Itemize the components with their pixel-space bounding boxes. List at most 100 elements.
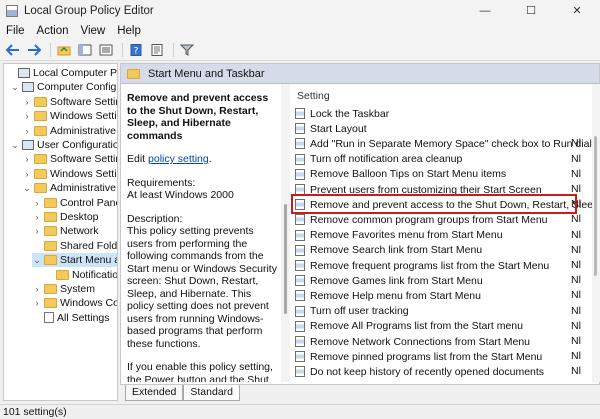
chevron-right-icon[interactable]: ›	[32, 284, 42, 294]
setting-row[interactable]: Remove All Programs list from the Start …	[295, 319, 575, 334]
forward-arrow-icon[interactable]	[25, 41, 43, 59]
menu-view[interactable]: View	[75, 25, 112, 37]
setting-row[interactable]: Lock the Taskbar	[295, 106, 575, 121]
setting-row[interactable]: Remove common program groups from Start …	[295, 212, 575, 227]
chevron-right-icon[interactable]: ›	[22, 126, 32, 136]
pane-header: Start Menu and Taskbar	[121, 64, 599, 84]
policy-setting-link[interactable]: policy setting	[148, 153, 209, 165]
chevron-down-icon[interactable]: ⌄	[22, 183, 32, 194]
scrollbar-thumb[interactable]	[594, 136, 597, 276]
back-arrow-icon[interactable]	[4, 41, 22, 59]
folder-icon	[44, 197, 57, 208]
folder-icon	[44, 298, 57, 309]
tree-item[interactable]: › System	[32, 282, 96, 296]
setting-label: Turn off notification area cleanup	[310, 153, 463, 166]
chevron-right-icon[interactable]: ›	[32, 226, 42, 236]
menu-bar: File Action View Help	[0, 21, 600, 40]
tree-item[interactable]: › Windows Settings	[22, 167, 118, 181]
tree-item[interactable]: › Administrative Templates	[22, 124, 118, 138]
setting-row[interactable]: Prevent users from customizing their Sta…	[295, 182, 575, 197]
setting-row[interactable]: Turn off notification area cleanup	[295, 152, 575, 167]
setting-row[interactable]: Turn off user tracking	[295, 304, 575, 319]
tree-item[interactable]: All Settings	[32, 311, 110, 325]
close-button[interactable]: ✕	[554, 0, 600, 21]
up-folder-icon[interactable]	[55, 41, 73, 59]
tree-item[interactable]: Shared Folders	[32, 239, 118, 253]
filter-icon[interactable]	[178, 41, 196, 59]
tab-standard[interactable]: Standard	[183, 385, 240, 401]
setting-row[interactable]: Remove Network Connections from Start Me…	[295, 334, 575, 349]
tree-item[interactable]: Local Computer Policy	[6, 66, 118, 80]
chevron-right-icon[interactable]: ›	[32, 212, 42, 222]
setting-row[interactable]: Remove Games link from Start Menu	[295, 273, 575, 288]
chevron-right-icon[interactable]: ›	[22, 154, 32, 164]
setting-row[interactable]: Add "Run in Separate Memory Space" check…	[295, 136, 598, 151]
setting-label: Remove Games link from Start Menu	[310, 274, 483, 287]
setting-row[interactable]: Remove and prevent access to the Shut Do…	[295, 197, 598, 212]
chevron-right-icon[interactable]: ›	[22, 169, 32, 179]
details-pane: Start Menu and Taskbar Remove and preven…	[120, 63, 600, 401]
list-view-icon[interactable]	[97, 41, 115, 59]
folder-icon	[34, 183, 47, 194]
tree-item-label: Shared Folders	[60, 239, 118, 252]
tree-item[interactable]: Notifications	[44, 268, 117, 282]
tree-item-label: Windows Settings	[50, 110, 117, 123]
tree-item-label: All Settings	[57, 311, 110, 324]
view-tabs: Extended Standard	[120, 384, 600, 402]
tab-extended[interactable]: Extended	[125, 385, 184, 401]
properties-icon[interactable]	[148, 41, 166, 59]
menu-action[interactable]: Action	[31, 25, 75, 37]
folder-icon	[56, 269, 69, 280]
tree-item-label: Network	[60, 225, 99, 238]
toolbar-separator	[50, 43, 51, 57]
tree-item[interactable]: › Windows Settings	[22, 109, 118, 123]
settings-scrollbar[interactable]	[592, 84, 600, 382]
setting-state: Nl	[571, 319, 581, 332]
setting-row[interactable]: Remove frequent programs list from the S…	[295, 258, 575, 273]
folder-icon	[127, 68, 140, 79]
tree-item[interactable]: ⌄ Computer Configuration	[10, 80, 117, 94]
tree-item[interactable]: › Software Settings	[22, 95, 118, 109]
folder-icon	[44, 284, 57, 294]
tree-item[interactable]: › Control Panel	[32, 196, 118, 210]
setting-label: Do not keep history of recently opened d…	[310, 365, 545, 378]
setting-row[interactable]: Remove Balloon Tips on Start Menu items	[295, 167, 575, 182]
setting-row[interactable]: Start Layout	[295, 121, 575, 136]
tree-item[interactable]: ⌄ Administrative Templates	[22, 181, 117, 195]
setting-row[interactable]: Remove Favorites menu from Start Menu	[295, 228, 575, 243]
tree-item[interactable]: › Network	[32, 224, 99, 238]
setting-state: Nl	[571, 228, 581, 241]
chevron-right-icon[interactable]: ›	[22, 111, 32, 121]
setting-label: Remove Balloon Tips on Start Menu items	[310, 168, 507, 181]
chevron-right-icon[interactable]: ›	[32, 198, 42, 208]
setting-row[interactable]: Remove Search link from Start Menu	[295, 243, 575, 258]
tree-item[interactable]: ⌄ User Configuration	[10, 138, 117, 152]
column-header-setting[interactable]: Setting	[297, 90, 330, 102]
tree-item-label: Local Computer Policy	[33, 67, 118, 79]
chevron-down-icon[interactable]: ⌄	[10, 140, 20, 151]
setting-row[interactable]: Remove pinned programs list from the Sta…	[295, 349, 575, 364]
policy-setting-icon	[295, 153, 305, 165]
tree-item[interactable]: › Software Settings	[22, 152, 118, 166]
chevron-down-icon[interactable]: ⌄	[10, 82, 20, 93]
chevron-down-icon[interactable]: ⌄	[32, 255, 42, 266]
show-hide-tree-icon[interactable]	[76, 41, 94, 59]
tree-item[interactable]: ⌄ Start Menu and Taskbar	[32, 253, 117, 268]
setting-label: Remove Favorites menu from Start Menu	[310, 229, 503, 242]
menu-file[interactable]: File	[0, 25, 31, 37]
toolbar-separator	[122, 43, 123, 57]
tree-item[interactable]: › Windows Components	[32, 296, 118, 310]
setting-state: Nl	[571, 335, 581, 347]
setting-row[interactable]: Do not keep history of recently opened d…	[295, 364, 575, 379]
help-icon[interactable]: ?	[127, 41, 145, 59]
policy-setting-icon	[295, 275, 305, 287]
chevron-right-icon[interactable]: ›	[22, 97, 32, 107]
tree-item[interactable]: › Desktop	[32, 210, 99, 224]
description-block: Description: This policy setting prevent…	[127, 213, 279, 351]
menu-help[interactable]: Help	[111, 25, 147, 37]
chevron-right-icon[interactable]: ›	[32, 298, 42, 308]
maximize-button[interactable]: ☐	[508, 0, 554, 21]
minimize-button[interactable]: —	[462, 0, 508, 21]
setting-label: Start Layout	[310, 122, 367, 135]
setting-row[interactable]: Remove Help menu from Start Menu	[295, 288, 575, 303]
